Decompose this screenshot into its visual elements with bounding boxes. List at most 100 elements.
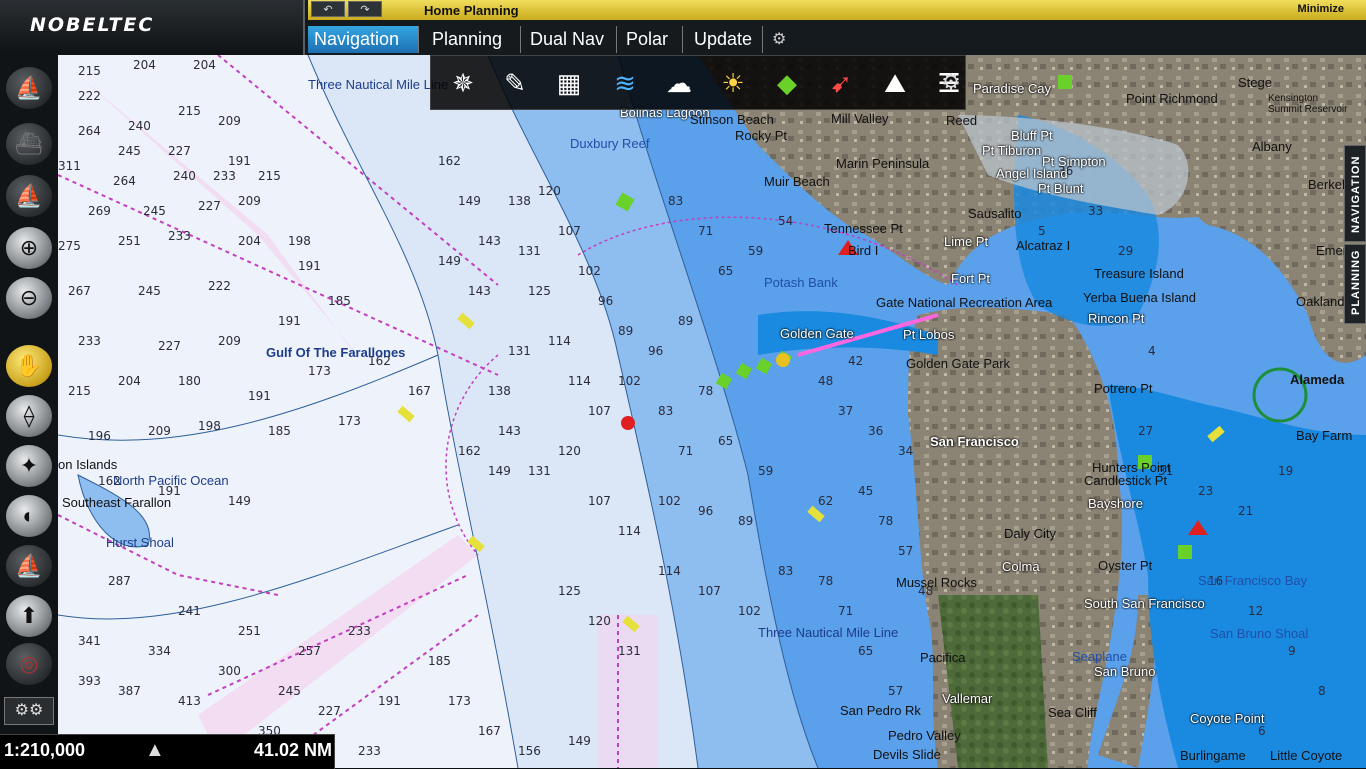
svg-text:334: 334 (148, 644, 171, 658)
svg-text:227: 227 (168, 144, 191, 158)
label-hurst-shoal: Hurst Shoal (106, 535, 174, 550)
tab-navigation[interactable]: Navigation (308, 26, 419, 53)
svg-text:191: 191 (378, 694, 401, 708)
label-sea-cliff: Sea Cliff (1048, 705, 1097, 720)
boat-follow-icon[interactable]: ⛴ (6, 123, 52, 165)
svg-text:96: 96 (648, 344, 663, 358)
back-button[interactable]: ↶ (311, 1, 345, 17)
waypoint-icon[interactable]: ◆ (767, 63, 807, 103)
sonar-icon[interactable]: ≋ (605, 63, 645, 103)
svg-text:173: 173 (338, 414, 361, 428)
north-up-icon[interactable]: ⬆ (6, 595, 52, 637)
svg-text:269: 269 (88, 204, 111, 218)
svg-text:167: 167 (408, 384, 431, 398)
route-icon[interactable]: ➹ (821, 63, 861, 103)
chart-map[interactable]: 215 204 204 222 240 215 209 264 245 227 191 311 2… (58, 55, 1366, 768)
svg-text:57: 57 (898, 544, 913, 558)
svg-text:89: 89 (618, 324, 633, 338)
forward-button[interactable]: ↷ (348, 1, 382, 17)
svg-text:233: 233 (213, 169, 236, 183)
side-tab-planning[interactable]: PLANNING (1344, 244, 1366, 324)
svg-text:143: 143 (478, 234, 501, 248)
label-tennessee-pt: Tennessee Pt (824, 221, 903, 236)
svg-text:21: 21 (1238, 504, 1253, 518)
label-devils-slide: Devils Slide (873, 747, 941, 762)
svg-text:287: 287 (108, 574, 131, 588)
boat-dim-icon[interactable]: ⛵ (6, 545, 52, 587)
svg-text:125: 125 (558, 584, 581, 598)
side-tab-navigation[interactable]: NAVIGATION (1344, 145, 1366, 242)
lifebuoy-icon[interactable]: ◎ (6, 643, 52, 685)
svg-text:65: 65 (858, 644, 873, 658)
label-golden-gate: Golden Gate (780, 326, 854, 341)
svg-text:37: 37 (838, 404, 853, 418)
left-toolbar: ⛵ ⛴ ⛵ ⊕ ⊖ ✋ ⟠ ✦ ◐ ⛵ ⬆ ◎ ⚙⚙ (0, 55, 58, 768)
label-coyote-point: Coyote Point (1190, 711, 1265, 726)
range-ring-icon[interactable]: ◐ (6, 495, 52, 537)
sun-icon[interactable]: ☀ (713, 63, 753, 103)
chart-tools-icon[interactable]: ✎ (495, 63, 535, 103)
svg-text:48: 48 (818, 374, 833, 388)
svg-text:78: 78 (878, 514, 893, 528)
zoom-out-icon[interactable]: ⊖ (6, 277, 52, 319)
label-vallemar: Vallemar (942, 691, 993, 706)
label-potash-bank: Potash Bank (764, 275, 838, 290)
svg-text:143: 143 (468, 284, 491, 298)
label-alcatraz-i: Alcatraz I (1016, 238, 1071, 253)
svg-text:120: 120 (538, 184, 561, 198)
svg-text:257: 257 (298, 644, 321, 658)
svg-text:209: 209 (218, 114, 241, 128)
label-san-bruno: San Bruno (1094, 664, 1156, 679)
svg-text:204: 204 (118, 374, 141, 388)
tab-update[interactable]: Update (688, 26, 763, 53)
boat-track-icon[interactable]: ⛵ (6, 175, 52, 217)
title-bar: ↶ ↷ Home Planning Minimize (308, 0, 1366, 20)
tab-polar[interactable]: Polar (620, 26, 683, 53)
logo-text: NOBELTEC (30, 14, 155, 36)
svg-text:300: 300 (218, 664, 241, 678)
svg-text:59: 59 (748, 244, 763, 258)
label-fort-pt: Fort Pt (951, 271, 991, 286)
compass-rose-icon[interactable]: ✵ (443, 63, 483, 103)
svg-text:191: 191 (278, 314, 301, 328)
weather-icon[interactable]: ☁ (659, 63, 699, 103)
chart-canvas[interactable]: 215 204 204 222240215209 264245 227191 3112… (58, 55, 1366, 768)
track-icon[interactable]: ⛰ (875, 63, 915, 103)
marks-icon[interactable]: ✦ (6, 445, 52, 487)
left-settings-icon[interactable]: ⚙⚙ (4, 697, 54, 725)
minimize-button[interactable]: Minimize (1298, 3, 1344, 15)
svg-text:149: 149 (568, 734, 591, 748)
measure-icon[interactable]: ⟠ (6, 395, 52, 437)
svg-text:215: 215 (258, 169, 281, 183)
svg-text:387: 387 (118, 684, 141, 698)
svg-text:57: 57 (888, 684, 903, 698)
label-north-pacific-ocean: North Pacific Ocean (113, 473, 229, 488)
boat-icon[interactable]: ⛵ (6, 67, 52, 109)
svg-text:227: 227 (158, 339, 181, 353)
tabs-settings-icon[interactable]: ⚙ (766, 26, 800, 53)
toolbar-settings-icon[interactable]: ⚙ (936, 62, 966, 102)
svg-text:240: 240 (173, 169, 196, 183)
chart-grid-icon[interactable]: ▦ (549, 63, 589, 103)
svg-text:42: 42 (848, 354, 863, 368)
tab-dual-nav[interactable]: Dual Nav (524, 26, 617, 53)
svg-text:204: 204 (238, 234, 261, 248)
tab-planning[interactable]: Planning (426, 26, 521, 53)
svg-text:264: 264 (113, 174, 136, 188)
label-three-nautical-mile-line-south: Three Nautical Mile Line (758, 625, 899, 640)
north-arrow-icon[interactable]: ▲ (145, 739, 165, 762)
svg-text:198: 198 (288, 234, 311, 248)
svg-text:120: 120 (558, 444, 581, 458)
svg-text:19: 19 (1278, 464, 1293, 478)
hand-pan-icon[interactable]: ✋ (6, 345, 52, 387)
svg-text:71: 71 (698, 224, 713, 238)
svg-text:191: 191 (248, 389, 271, 403)
label-rocky-pt: Rocky Pt (735, 128, 788, 143)
svg-text:215: 215 (78, 64, 101, 78)
zoom-in-icon[interactable]: ⊕ (6, 227, 52, 269)
label-yerba-buena-island: Yerba Buena Island (1083, 290, 1197, 305)
label-pt-tiburon: Pt Tiburon (982, 143, 1042, 158)
svg-text:143: 143 (498, 424, 521, 438)
svg-text:233: 233 (358, 744, 381, 758)
svg-text:240: 240 (128, 119, 151, 133)
